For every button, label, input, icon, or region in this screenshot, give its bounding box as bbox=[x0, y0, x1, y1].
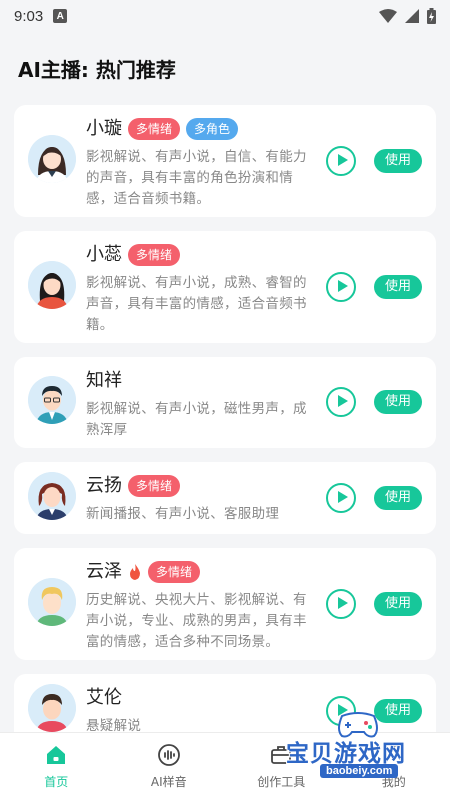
watermark: 宝贝游戏网 baobeiy.com bbox=[286, 712, 436, 778]
voice-name: 云扬 bbox=[86, 475, 122, 496]
voice-name-row: 知祥 bbox=[86, 369, 122, 393]
voice-description: 影视解说、有声小说，磁性男声，成熟浑厚 bbox=[86, 401, 307, 438]
avatar bbox=[28, 261, 76, 309]
home-icon bbox=[47, 746, 66, 764]
voice-description: 影视解说、有声小说，成熟、睿智的声音，具有丰富的情感，适合音频书籍。 bbox=[86, 275, 307, 333]
avatar bbox=[28, 578, 76, 626]
voice-name-row: 小璇 多情绪 多角色 bbox=[86, 117, 239, 141]
voice-name: 云泽 bbox=[86, 561, 122, 582]
voice-name-row: 小蕊 多情绪 bbox=[86, 243, 181, 267]
avatar bbox=[28, 376, 76, 424]
use-button[interactable]: 使用 bbox=[374, 275, 422, 299]
watermark-text: 宝贝游戏网 bbox=[286, 741, 406, 767]
tag-multi-emotion: 多情绪 bbox=[128, 118, 181, 140]
voice-description: 新闻播报、有声小说、客服助理 bbox=[86, 506, 280, 522]
play-button[interactable] bbox=[326, 387, 356, 417]
tag-multi-emotion: 多情绪 bbox=[148, 561, 201, 583]
tab-label: 首页 bbox=[44, 775, 69, 789]
battery-icon bbox=[427, 8, 436, 24]
avatar bbox=[28, 684, 76, 732]
avatar bbox=[28, 472, 76, 520]
tab-ai-sample[interactable]: AI样音 bbox=[113, 733, 226, 800]
use-button[interactable]: 使用 bbox=[374, 390, 422, 414]
play-button[interactable] bbox=[326, 483, 356, 513]
use-button[interactable]: 使用 bbox=[374, 592, 422, 616]
status-time: 9:03 bbox=[14, 7, 44, 25]
status-bar: 9:03 A bbox=[0, 0, 450, 32]
voice-card[interactable]: 小蕊 多情绪 影视解说、有声小说，成熟、睿智的声音，具有丰富的情感，适合音频书籍… bbox=[14, 231, 436, 343]
wifi-icon bbox=[379, 9, 397, 23]
tag-multi-emotion: 多情绪 bbox=[128, 244, 181, 266]
voice-description: 历史解说、央视大片、影视解说、有声小说，专业、成熟的男声，具有丰富的情感，适合多… bbox=[86, 592, 307, 650]
voice-name-row: 云泽 多情绪 bbox=[86, 560, 201, 584]
tag-multi-role: 多角色 bbox=[186, 118, 239, 140]
play-button[interactable] bbox=[326, 272, 356, 302]
voice-description: 影视解说、有声小说，自信、有能力的声音，具有丰富的角色扮演和情感，适合音频书籍。 bbox=[86, 149, 307, 207]
tab-home[interactable]: 首页 bbox=[0, 733, 113, 800]
voice-name: 艾伦 bbox=[86, 687, 122, 708]
signal-icon bbox=[405, 9, 419, 23]
page-title: AI主播: 热门推荐 bbox=[18, 58, 176, 82]
play-button[interactable] bbox=[326, 146, 356, 176]
voice-name: 小璇 bbox=[86, 118, 122, 139]
watermark-url: baobeiy.com bbox=[320, 764, 399, 778]
use-button[interactable]: 使用 bbox=[374, 486, 422, 510]
voice-card[interactable]: 小璇 多情绪 多角色 影视解说、有声小说，自信、有能力的声音，具有丰富的角色扮演… bbox=[14, 105, 436, 217]
voice-card[interactable]: 知祥 影视解说、有声小说，磁性男声，成熟浑厚 使用 bbox=[14, 357, 436, 448]
voice-wave-icon bbox=[157, 744, 180, 766]
tab-label: AI样音 bbox=[150, 775, 187, 789]
hot-icon bbox=[130, 564, 140, 580]
notification-icon: A bbox=[53, 9, 68, 23]
use-button[interactable]: 使用 bbox=[374, 149, 422, 173]
tag-multi-emotion: 多情绪 bbox=[128, 475, 181, 497]
voice-name-row: 艾伦 bbox=[86, 686, 122, 710]
voice-name: 小蕊 bbox=[86, 244, 122, 265]
voice-name-row: 云扬 多情绪 bbox=[86, 474, 181, 498]
voice-card[interactable]: 云泽 多情绪 历史解说、央视大片、影视解说、有声小说，专业、成熟的男声，具有丰富… bbox=[14, 548, 436, 660]
voice-name: 知祥 bbox=[86, 370, 122, 391]
voice-card[interactable]: 云扬 多情绪 新闻播报、有声小说、客服助理 使用 bbox=[14, 462, 436, 534]
avatar bbox=[28, 135, 76, 183]
play-button[interactable] bbox=[326, 589, 356, 619]
